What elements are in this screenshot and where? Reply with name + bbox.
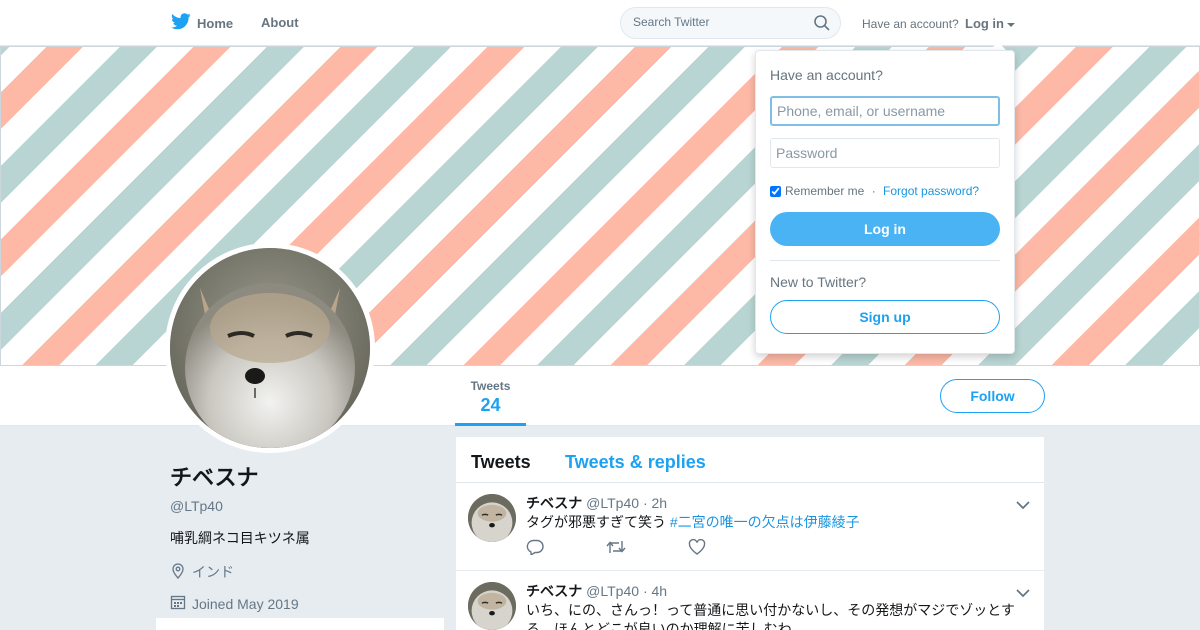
- follow-button[interactable]: Follow: [940, 379, 1045, 413]
- tweet[interactable]: チベスナ @LTp40 · 2h タグが邪悪すぎて笑う #二宮の唯一の欠点は伊藤…: [456, 483, 1044, 571]
- search-box: [620, 7, 841, 39]
- tweet-header: チベスナ @LTp40 · 2h: [526, 493, 667, 513]
- joined-text: Joined May 2019: [192, 595, 299, 612]
- tweet-timestamp[interactable]: 4h: [652, 583, 668, 599]
- top-nav-bar: Home About Have an account? Log in: [0, 0, 1200, 46]
- tweet-separator: ·: [642, 583, 648, 599]
- remember-me-label[interactable]: Remember me: [785, 184, 864, 198]
- profile-screen-name[interactable]: @LTp40: [170, 498, 450, 514]
- have-account-text: Have an account?: [862, 17, 959, 31]
- chevron-down-icon[interactable]: [1016, 585, 1030, 603]
- timeline-tabs: Tweets Tweets & replies: [456, 437, 1044, 483]
- tab-tweets[interactable]: Tweets: [471, 452, 531, 473]
- left-side-panel: [156, 618, 444, 630]
- tweet[interactable]: チベスナ @LTp40 · 4h いち、にの、さんっ！って普通に思い付かないし、…: [456, 571, 1044, 630]
- tweet-author-name[interactable]: チベスナ: [526, 583, 582, 599]
- tweet-separator: ·: [642, 495, 648, 511]
- signup-button[interactable]: Sign up: [770, 300, 1000, 334]
- tweet-avatar[interactable]: [468, 582, 516, 630]
- fox-face-image: [468, 494, 516, 542]
- caret-down-icon: [1007, 22, 1015, 27]
- profile-bio: 哺乳綱ネコ目キツネ属: [170, 530, 310, 546]
- login-toggle-label: Log in: [965, 16, 1004, 31]
- login-dropdown-title: Have an account?: [770, 67, 883, 83]
- profile-name[interactable]: チベスナ: [170, 460, 450, 492]
- tweets-stat[interactable]: Tweets 24: [455, 366, 526, 426]
- profile-avatar[interactable]: [165, 243, 375, 453]
- forgot-password-link[interactable]: Forgot password?: [883, 184, 979, 198]
- location-icon: [170, 562, 186, 582]
- reply-icon[interactable]: [526, 539, 544, 560]
- login-dropdown: Have an account? Remember me · Forgot pa…: [755, 50, 1015, 354]
- tweet-header: チベスナ @LTp40 · 4h: [526, 581, 667, 601]
- tweet-author-screen-name[interactable]: @LTp40: [586, 495, 639, 511]
- new-to-twitter-text: New to Twitter?: [770, 274, 867, 290]
- tweet-text: タグが邪悪すぎて笑う #二宮の唯一の欠点は伊藤綾子: [526, 513, 1026, 532]
- dropdown-arrow: [990, 42, 1006, 50]
- tweet-avatar[interactable]: [468, 494, 516, 542]
- remember-separator: ·: [868, 184, 880, 198]
- profile-location: インド: [170, 562, 450, 582]
- search-input[interactable]: [633, 15, 803, 29]
- dropdown-divider: [770, 260, 1000, 261]
- tweets-stat-label: Tweets: [470, 379, 511, 393]
- tab-tweets-and-replies[interactable]: Tweets & replies: [565, 452, 706, 473]
- about-link[interactable]: About: [261, 15, 299, 30]
- fox-face-image: [468, 582, 516, 630]
- twitter-bird-icon: [171, 13, 191, 33]
- login-dropdown-toggle[interactable]: Log in: [965, 16, 1015, 31]
- location-text: インド: [192, 564, 234, 580]
- tweet-text: いち、にの、さんっ！って普通に思い付かないし、その発想がマジでゾッとする。ほんと…: [526, 602, 1015, 630]
- login-button[interactable]: Log in: [770, 212, 1000, 246]
- profile-card: チベスナ @LTp40 哺乳綱ネコ目キツネ属 インド Joined May 20…: [170, 460, 450, 613]
- tweet-hashtag-link[interactable]: #二宮の唯一の欠点は伊藤綾子: [670, 514, 860, 530]
- like-icon[interactable]: [688, 538, 706, 560]
- remember-me-checkbox[interactable]: [770, 185, 781, 197]
- retweet-icon[interactable]: [606, 539, 626, 560]
- tweets-stat-value: 24: [480, 395, 501, 415]
- profile-joined: Joined May 2019: [170, 594, 450, 613]
- home-label: Home: [197, 15, 234, 31]
- tweet-author-name[interactable]: チベスナ: [526, 495, 582, 511]
- home-link[interactable]: Home: [171, 13, 233, 33]
- tweet-text-body: タグが邪悪すぎて笑う: [526, 514, 670, 530]
- tweet-author-screen-name[interactable]: @LTp40: [586, 583, 639, 599]
- remember-me-row: Remember me · Forgot password?: [770, 184, 979, 198]
- username-field[interactable]: [770, 96, 1000, 126]
- chevron-down-icon[interactable]: [1016, 497, 1030, 515]
- fox-face-image: [170, 248, 370, 448]
- tweet-timestamp[interactable]: 2h: [652, 495, 668, 511]
- tweet-actions: [526, 538, 706, 560]
- timeline: Tweets Tweets & replies チベスナ @LTp40 · 2h…: [456, 437, 1044, 630]
- password-field[interactable]: [770, 138, 1000, 168]
- search-icon[interactable]: [814, 15, 830, 36]
- calendar-icon: [170, 594, 186, 613]
